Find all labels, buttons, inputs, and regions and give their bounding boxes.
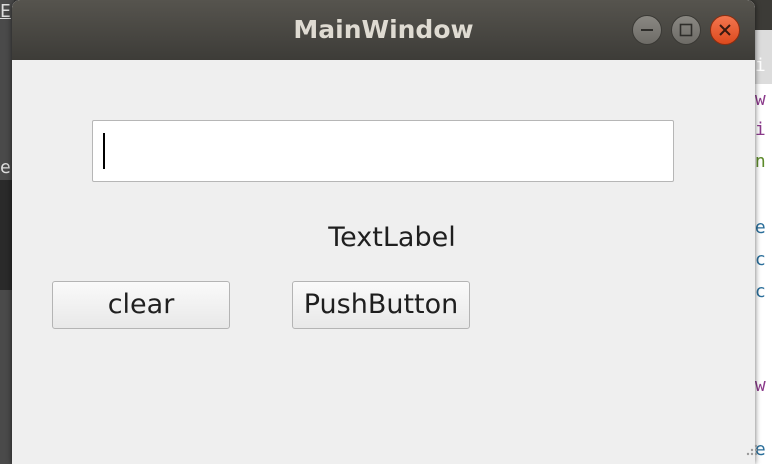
title-bar[interactable]: MainWindow xyxy=(12,0,755,60)
close-icon xyxy=(719,24,731,36)
close-button[interactable] xyxy=(710,15,740,45)
background-left-fragment: E xyxy=(0,1,11,22)
resize-grip-icon[interactable] xyxy=(738,440,762,464)
line-edit-input[interactable] xyxy=(92,120,674,182)
maximize-icon xyxy=(679,23,693,37)
main-window: MainWindow TextLabel clear PushButton xyxy=(12,0,755,464)
minimize-icon xyxy=(641,29,653,31)
maximize-button[interactable] xyxy=(671,15,701,45)
text-label: TextLabel xyxy=(328,222,456,253)
background-left-fragment: e xyxy=(0,157,11,178)
text-cursor xyxy=(103,133,105,169)
minimize-button[interactable] xyxy=(632,15,662,45)
push-button[interactable]: PushButton xyxy=(292,281,470,329)
clear-button[interactable]: clear xyxy=(52,281,230,329)
